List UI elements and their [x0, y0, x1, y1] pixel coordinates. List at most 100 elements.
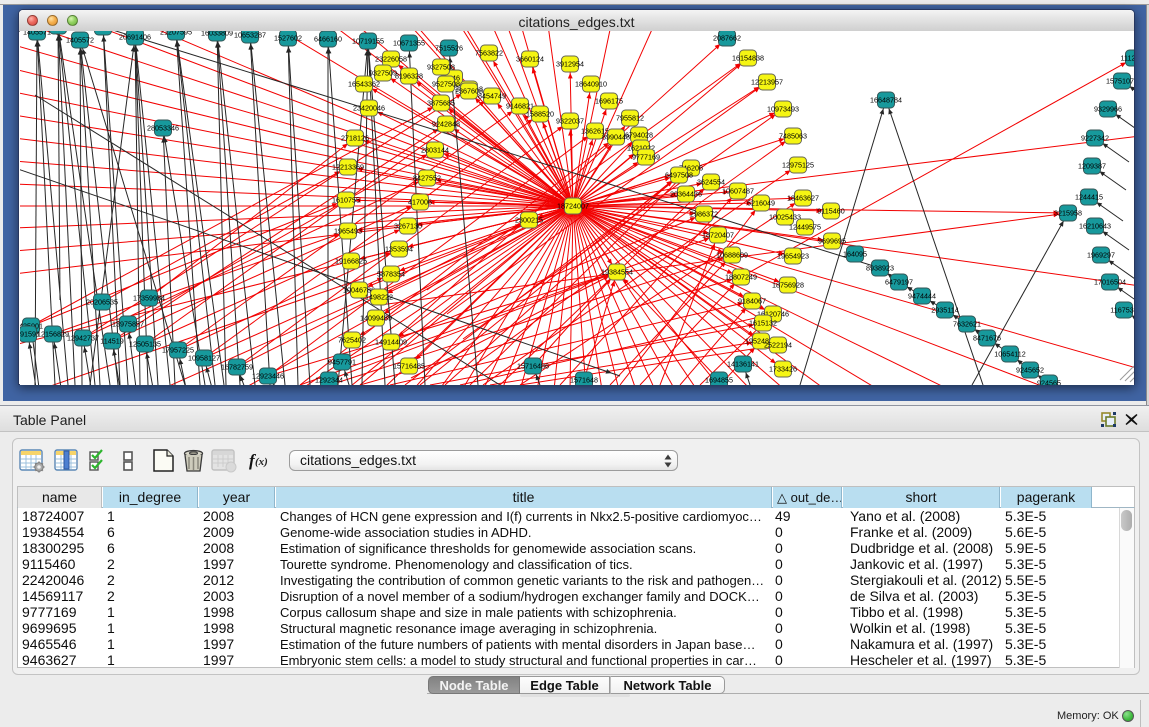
svg-text:12975125: 12975125: [782, 161, 814, 170]
svg-text:18720407: 18720407: [702, 231, 734, 240]
svg-text:2986372: 2986372: [690, 210, 718, 219]
svg-text:1292344: 1292344: [315, 376, 343, 385]
svg-text:16210643: 16210643: [1079, 222, 1111, 231]
svg-text:1112873: 1112873: [1121, 54, 1134, 63]
svg-text:1353594: 1353594: [385, 245, 413, 254]
svg-text:17359934: 17359934: [133, 294, 165, 303]
svg-text:19166825: 19166825: [335, 257, 367, 266]
svg-text:2367608: 2367608: [455, 87, 483, 96]
svg-text:21207595: 21207595: [160, 31, 192, 37]
svg-text:8938923: 8938923: [866, 264, 894, 273]
svg-text:28053346: 28053346: [147, 124, 179, 133]
svg-text:2803144: 2803144: [421, 146, 449, 155]
svg-text:1969297: 1969297: [1087, 251, 1115, 260]
svg-text:12942737: 12942737: [67, 334, 99, 343]
svg-text:19384554: 19384554: [601, 268, 633, 277]
svg-text:16033809: 16033809: [201, 31, 233, 38]
svg-text:16543362: 16543362: [348, 80, 380, 89]
svg-text:7515526: 7515526: [435, 44, 463, 53]
svg-text:2935114: 2935114: [931, 306, 958, 315]
svg-text:1733426: 1733426: [769, 365, 797, 374]
svg-text:10654112: 10654112: [994, 350, 1025, 359]
svg-text:23420046: 23420046: [353, 104, 385, 113]
svg-text:12213369: 12213369: [332, 163, 364, 172]
svg-text:1405571: 1405571: [23, 31, 51, 37]
svg-text:2522194: 2522194: [764, 341, 792, 350]
svg-text:9242848: 9242848: [432, 120, 460, 129]
svg-text:7563822: 7563822: [475, 49, 503, 58]
svg-text:10688609: 10688609: [716, 251, 748, 260]
svg-text:6479197: 6479197: [885, 278, 913, 287]
svg-text:9184067: 9184067: [738, 297, 766, 306]
svg-text:3912954: 3912954: [556, 60, 584, 69]
svg-text:8471676: 8471676: [973, 334, 1001, 343]
svg-text:5878354: 5878354: [377, 270, 405, 279]
svg-text:7955812: 7955812: [616, 114, 644, 123]
svg-text:1610755: 1610755: [332, 196, 360, 205]
svg-text:3267130: 3267130: [394, 222, 422, 231]
svg-text:10958127: 10958127: [188, 354, 220, 363]
svg-text:8427552: 8427552: [413, 174, 441, 183]
svg-text:16154838: 16154838: [732, 54, 764, 63]
svg-text:23226058: 23226058: [375, 55, 407, 64]
svg-text:3875685: 3875685: [427, 99, 455, 108]
svg-text:17016504: 17016504: [1094, 278, 1126, 287]
svg-text:6216049: 6216049: [747, 199, 775, 208]
svg-text:6794028: 6794028: [625, 131, 653, 140]
svg-text:2087662: 2087662: [713, 34, 741, 43]
svg-text:924565: 924565: [1037, 379, 1061, 386]
svg-text:1965493: 1965493: [334, 227, 362, 236]
svg-text:9329966: 9329966: [1094, 105, 1122, 114]
svg-text:10671355: 10671355: [393, 39, 425, 48]
svg-text:3215958: 3215958: [1054, 209, 1082, 218]
svg-text:114519: 114519: [100, 337, 123, 346]
svg-text:1615132: 1615132: [749, 319, 777, 328]
svg-text:7625402: 7625402: [338, 336, 366, 345]
svg-text:1696175: 1696175: [595, 97, 623, 106]
svg-text:2718126: 2718126: [341, 134, 369, 143]
svg-text:10607487: 10607487: [722, 187, 754, 196]
svg-text:10653287: 10653287: [234, 31, 266, 40]
svg-text:164095: 164095: [843, 250, 867, 259]
svg-text:20206535: 20206535: [86, 298, 118, 307]
svg-text:12156829: 12156829: [37, 330, 69, 339]
svg-text:1167531: 1167531: [1110, 306, 1134, 315]
svg-text:7632621: 7632621: [953, 320, 981, 329]
svg-text:6497508: 6497508: [665, 171, 693, 180]
svg-text:14136141: 14136141: [727, 360, 759, 369]
svg-text:1860327: 1860327: [89, 31, 117, 32]
svg-text:1694855: 1694855: [705, 376, 733, 385]
svg-text:9474444: 9474444: [908, 292, 936, 301]
svg-text:16782759: 16782759: [221, 363, 253, 372]
svg-text:8196328: 8196328: [395, 72, 423, 81]
svg-text:1588520: 1588520: [526, 110, 554, 119]
svg-text:9327509: 9327509: [369, 69, 397, 78]
svg-text:10973493: 10973493: [767, 105, 799, 114]
svg-text:20364436: 20364436: [670, 190, 702, 199]
svg-text:14099489: 14099489: [360, 314, 392, 323]
svg-text:12923446: 12923446: [252, 372, 284, 381]
svg-text:16648784: 16648784: [870, 96, 902, 105]
svg-text:10719155: 10719155: [352, 37, 384, 46]
svg-text:1527602: 1527602: [274, 34, 302, 43]
svg-text:(x): (x): [255, 456, 268, 468]
svg-text:18463627: 18463627: [787, 194, 819, 203]
svg-text:12449575: 12449575: [789, 223, 821, 232]
svg-text:15716485: 15716485: [393, 362, 425, 371]
svg-text:18807249: 18807249: [725, 273, 757, 282]
svg-text:18640910: 18640910: [575, 80, 607, 89]
svg-text:12505135: 12505135: [129, 340, 161, 349]
svg-text:10025433: 10025433: [769, 213, 801, 222]
svg-text:9327508: 9327508: [427, 63, 455, 72]
svg-text:9115460: 9115460: [817, 207, 844, 216]
svg-text:19654923: 19654923: [777, 252, 809, 261]
svg-text:9322037: 9322037: [556, 117, 584, 126]
svg-text:6466160: 6466160: [314, 35, 342, 44]
svg-text:9457791: 9457791: [328, 358, 356, 367]
svg-text:12213957: 12213957: [751, 78, 783, 87]
svg-text:9245652: 9245652: [1016, 366, 1044, 375]
svg-text:20691406: 20691406: [119, 33, 151, 42]
svg-text:417006: 417006: [408, 198, 432, 207]
svg-text:1244415: 1244415: [1075, 193, 1103, 202]
svg-text:15716486: 15716486: [517, 362, 549, 371]
